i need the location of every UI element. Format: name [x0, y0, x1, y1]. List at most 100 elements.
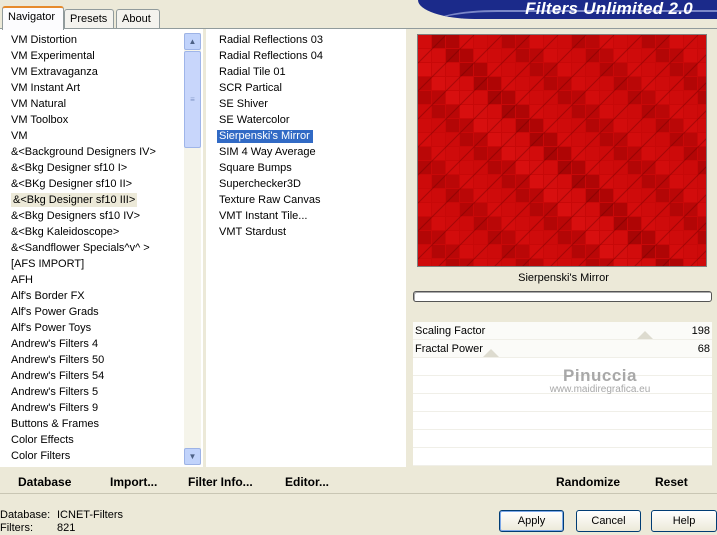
filter-item[interactable]: SIM 4 Way Average — [214, 144, 404, 160]
category-item[interactable]: VM Natural — [3, 96, 183, 112]
category-item[interactable]: VM — [3, 128, 183, 144]
category-item-label: Color Effects — [11, 434, 74, 446]
category-item-label: Alf's Power Toys — [11, 322, 92, 334]
import-button[interactable]: Import... — [110, 474, 157, 490]
category-item-label: &<Background Designers IV> — [11, 146, 156, 158]
category-item[interactable]: VM Distortion — [3, 32, 183, 48]
reset-button[interactable]: Reset — [655, 474, 688, 490]
slider-thumb-icon[interactable] — [483, 349, 499, 357]
filter-item-label: VMT Instant Tile... — [219, 210, 308, 222]
category-item-label: Andrew's Filters 9 — [11, 402, 99, 414]
slider-thumb-icon[interactable] — [637, 331, 653, 339]
filter-item[interactable]: Radial Reflections 04 — [214, 48, 404, 64]
filter-item-label: Radial Reflections 04 — [219, 50, 323, 62]
category-item-label: VM Natural — [11, 98, 67, 110]
filter-item-label: Radial Tile 01 — [219, 66, 286, 78]
scroll-thumb[interactable]: ≡ — [184, 51, 201, 148]
filter-item[interactable]: SE Watercolor — [214, 112, 404, 128]
category-item[interactable]: &<Bkg Designer sf10 III> — [3, 192, 183, 208]
empty-param-row — [413, 394, 712, 412]
param-label: Fractal Power — [415, 343, 483, 355]
scroll-up-arrow-icon[interactable]: ▲ — [184, 33, 201, 50]
category-item[interactable]: &<BKg Designer sf10 II> — [3, 176, 183, 192]
param-scaling-factor[interactable]: Scaling Factor 198 — [413, 322, 712, 340]
category-item[interactable]: Alf's Border FX — [3, 288, 183, 304]
category-item[interactable]: &<Bkg Designer sf10 I> — [3, 160, 183, 176]
category-item[interactable]: VM Experimental — [3, 48, 183, 64]
category-item[interactable]: &<Bkg Kaleidoscope> — [3, 224, 183, 240]
param-fractal-power[interactable]: Fractal Power 68 — [413, 340, 712, 358]
filter-list[interactable]: Radial Reflections 03 Radial Reflections … — [214, 32, 404, 466]
category-item[interactable]: [AFS IMPORT] — [3, 256, 183, 272]
filter-item[interactable]: VMT Instant Tile... — [214, 208, 404, 224]
category-item-label: &<BKg Designer sf10 II> — [11, 178, 133, 190]
empty-param-row — [413, 430, 712, 448]
banner-title: Filters Unlimited 2.0 — [525, 0, 693, 18]
category-item-label: VM Instant Art — [11, 82, 81, 94]
category-item[interactable]: VM Extravaganza — [3, 64, 183, 80]
tab-navigator[interactable]: Navigator — [2, 6, 64, 30]
category-item[interactable]: Color Filters — [3, 448, 183, 464]
filter-item[interactable]: Radial Tile 01 — [214, 64, 404, 80]
filter-item[interactable]: Sierpenski's Mirror — [214, 128, 404, 144]
category-item-label: VM Distortion — [11, 34, 78, 46]
category-item-label: VM Toolbox — [11, 114, 69, 126]
filter-item[interactable]: Square Bumps — [214, 160, 404, 176]
editor-button[interactable]: Editor... — [285, 474, 329, 490]
category-item[interactable]: Color Effects — [3, 432, 183, 448]
category-item-label: AFH — [11, 274, 33, 286]
category-item[interactable]: Buttons & Frames — [3, 416, 183, 432]
filter-item[interactable]: VMT Stardust — [214, 224, 404, 240]
category-item[interactable]: Andrew's Filters 9 — [3, 400, 183, 416]
category-scrollbar[interactable]: ▲ ≡ ▼ — [184, 33, 201, 465]
filter-item-label: Square Bumps — [219, 162, 292, 174]
randomize-button[interactable]: Randomize — [556, 474, 620, 490]
preview-image — [417, 34, 707, 267]
category-item-label: [AFS IMPORT] — [11, 258, 85, 270]
category-item-label: &<Bkg Kaleidoscope> — [11, 226, 120, 238]
category-item-label: Andrew's Filters 54 — [11, 370, 105, 382]
category-item[interactable]: Andrew's Filters 4 — [3, 336, 183, 352]
category-item-label: Alf's Border FX — [11, 290, 85, 302]
category-item-label: &<Sandflower Specials^v^ > — [11, 242, 150, 254]
category-item-label: &<Bkg Designer sf10 III> — [11, 193, 138, 207]
category-item[interactable]: Andrew's Filters 54 — [3, 368, 183, 384]
filter-item[interactable]: Superchecker3D — [214, 176, 404, 192]
filter-item[interactable]: Radial Reflections 03 — [214, 32, 404, 48]
category-item[interactable]: VM Toolbox — [3, 112, 183, 128]
filter-item[interactable]: SCR Partical — [214, 80, 404, 96]
category-list[interactable]: VM Distortion VM Experimental VM Extravaga… — [3, 32, 183, 466]
empty-param-row — [413, 412, 712, 430]
category-item[interactable]: Alf's Power Grads — [3, 304, 183, 320]
preview-filter-name: Sierpenski's Mirror — [518, 272, 609, 284]
status-database: Database: ICNET-Filters — [0, 509, 123, 522]
scroll-down-arrow-icon[interactable]: ▼ — [184, 448, 201, 465]
progress-bar — [413, 291, 712, 302]
category-item[interactable]: Andrew's Filters 5 — [3, 384, 183, 400]
tab-presets[interactable]: Presets — [64, 9, 114, 29]
filter-item-label: SE Shiver — [219, 98, 268, 110]
filter-item-label: Texture Raw Canvas — [219, 194, 321, 206]
category-item[interactable]: Andrew's Filters 50 — [3, 352, 183, 368]
status-separator — [0, 493, 717, 494]
banner: Filters Unlimited 2.0 — [418, 0, 717, 19]
category-item[interactable]: AFH — [3, 272, 183, 288]
filter-info-button[interactable]: Filter Info... — [188, 474, 253, 490]
filter-item-label: SIM 4 Way Average — [219, 146, 316, 158]
filter-item[interactable]: SE Shiver — [214, 96, 404, 112]
tab-about[interactable]: About — [116, 9, 160, 29]
database-button[interactable]: Database — [18, 474, 71, 490]
param-label: Scaling Factor — [415, 325, 486, 337]
category-item[interactable]: &<Bkg Designers sf10 IV> — [3, 208, 183, 224]
category-item[interactable]: &<Background Designers IV> — [3, 144, 183, 160]
category-item[interactable]: &<Sandflower Specials^v^ > — [3, 240, 183, 256]
watermark-name: Pinuccia — [563, 366, 637, 385]
filter-item[interactable]: Texture Raw Canvas — [214, 192, 404, 208]
filter-item-label: Radial Reflections 03 — [219, 34, 323, 46]
category-item[interactable]: Alf's Power Toys — [3, 320, 183, 336]
category-item-label: &<Bkg Designer sf10 I> — [11, 162, 128, 174]
category-item[interactable]: VM Instant Art — [3, 80, 183, 96]
status-database-value: ICNET-Filters — [57, 509, 123, 521]
param-value: 198 — [691, 325, 710, 337]
category-item-label: VM Experimental — [11, 50, 95, 62]
